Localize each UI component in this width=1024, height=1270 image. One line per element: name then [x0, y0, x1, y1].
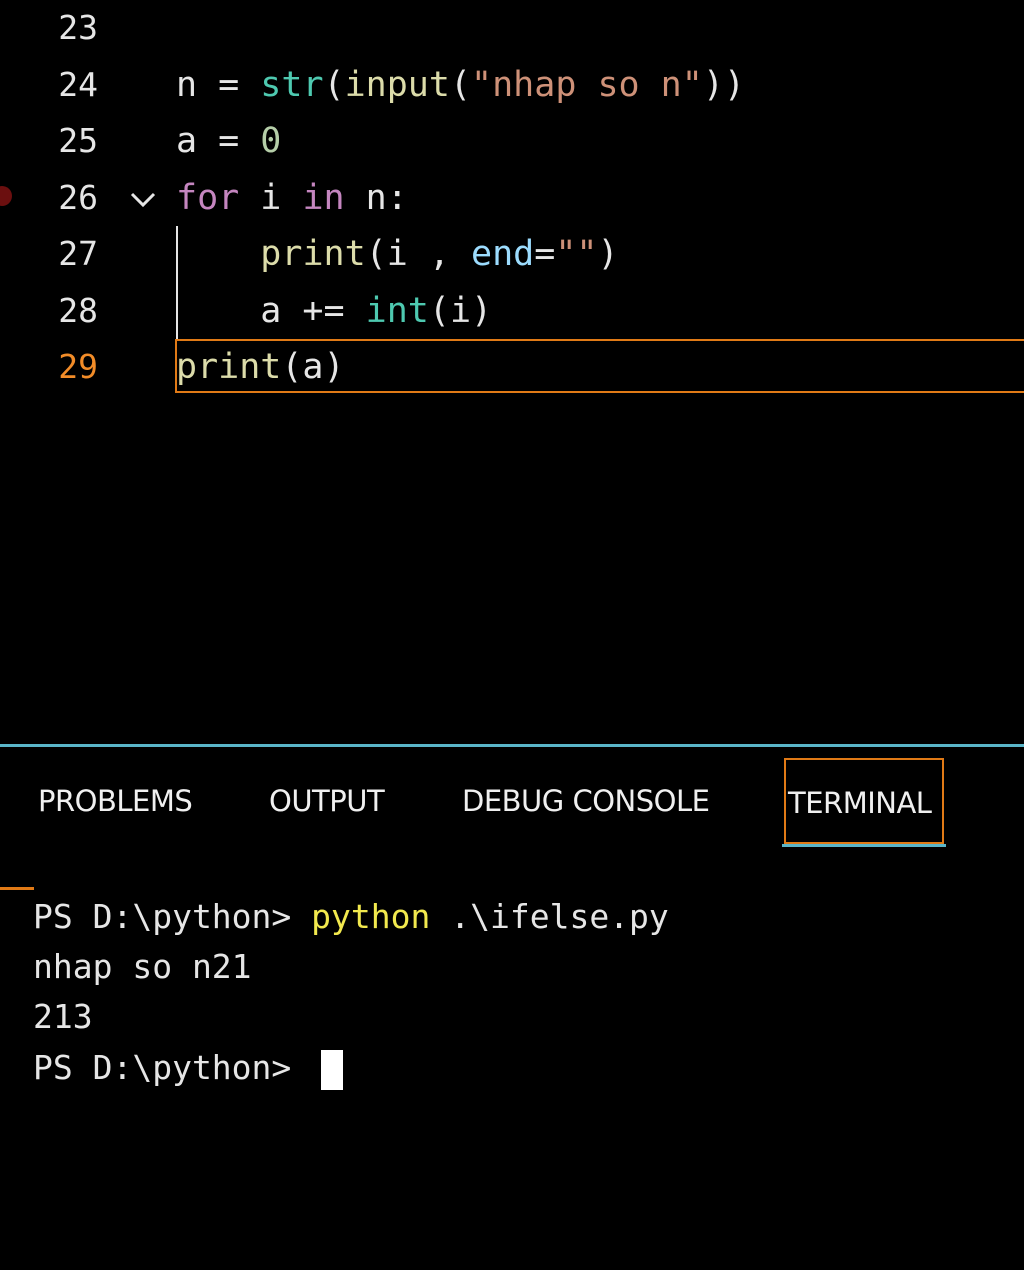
- code-token: ): [597, 234, 619, 274]
- terminal-marker: [0, 887, 34, 890]
- code-token: int: [365, 290, 429, 331]
- tab-debug-console[interactable]: DEBUG CONSOLE: [462, 758, 710, 844]
- terminal-command-args: .\ifelse.py: [430, 897, 669, 936]
- code-token: input: [344, 64, 450, 105]
- code-token: for: [176, 177, 240, 218]
- code-token: 0: [260, 121, 282, 161]
- terminal-line: PS D:\python> python .\ifelse.py: [33, 892, 669, 942]
- code-token: a +=: [176, 290, 366, 331]
- code-line[interactable]: 23: [0, 0, 1024, 56]
- code-token: (: [449, 64, 472, 105]
- terminal-prompt: PS D:\python>: [33, 1048, 312, 1087]
- code-token: "nhap so n": [471, 64, 703, 105]
- terminal-prompt: PS D:\python>: [33, 897, 312, 936]
- line-number: 23: [58, 8, 98, 47]
- code-token: end: [471, 234, 535, 274]
- code-token: n:: [344, 177, 408, 218]
- code-token: (i ,: [365, 234, 472, 274]
- code-line[interactable]: 29 print(a): [0, 339, 1024, 395]
- tab-output[interactable]: OUTPUT: [269, 758, 385, 844]
- line-number: 29: [58, 347, 98, 386]
- code-token: "": [555, 234, 598, 274]
- code-text: print(a): [176, 339, 345, 395]
- code-token: in: [302, 177, 345, 218]
- code-token: a =: [176, 121, 261, 161]
- terminal-line[interactable]: PS D:\python>: [33, 1043, 344, 1093]
- code-text: a = 0: [176, 113, 281, 169]
- line-number: 25: [58, 121, 98, 160]
- terminal-command: python: [311, 897, 431, 936]
- chevron-down-icon[interactable]: [126, 182, 160, 216]
- code-token: (: [323, 64, 345, 105]
- code-token: str: [260, 64, 324, 105]
- code-line[interactable]: 24 n = str(input("nhap so n")): [0, 57, 1024, 113]
- line-number: 28: [58, 290, 98, 330]
- code-editor[interactable]: 23 24 n = str(input("nhap so n")) 25 a = 0 26…: [0, 0, 1024, 744]
- code-token: print: [176, 347, 282, 387]
- terminal-output-line: nhap so n21: [33, 947, 252, 986]
- code-line[interactable]: 27 print(i , end=""): [0, 226, 1024, 282]
- active-tab-indicator: [782, 844, 946, 847]
- code-text: print(i , end=""): [176, 226, 619, 282]
- line-number: 27: [58, 234, 98, 273]
- code-line[interactable]: 25 a = 0: [0, 113, 1024, 169]
- tab-terminal[interactable]: TERMINAL: [784, 758, 944, 844]
- code-text: for i in n:: [176, 170, 408, 226]
- code-token: =: [534, 234, 556, 274]
- line-number: 24: [58, 64, 98, 104]
- code-text: n = str(input("nhap so n")): [176, 57, 745, 113]
- code-line[interactable]: 28 a += int(i): [0, 283, 1024, 339]
- terminal-cursor: [321, 1049, 344, 1090]
- code-token: (i): [428, 290, 493, 331]
- code-line[interactable]: 26 for i in n:: [0, 170, 1024, 226]
- code-token: print: [260, 234, 366, 274]
- code-token: i: [239, 177, 303, 218]
- code-token: n =: [176, 64, 261, 105]
- code-token: )): [702, 64, 745, 105]
- code-token: (a): [281, 347, 345, 387]
- code-text: a += int(i): [176, 283, 492, 339]
- tab-problems[interactable]: PROBLEMS: [38, 758, 193, 844]
- terminal-output-line: 213: [33, 997, 93, 1036]
- line-number: 26: [58, 177, 98, 217]
- panel-separator[interactable]: [0, 744, 1024, 747]
